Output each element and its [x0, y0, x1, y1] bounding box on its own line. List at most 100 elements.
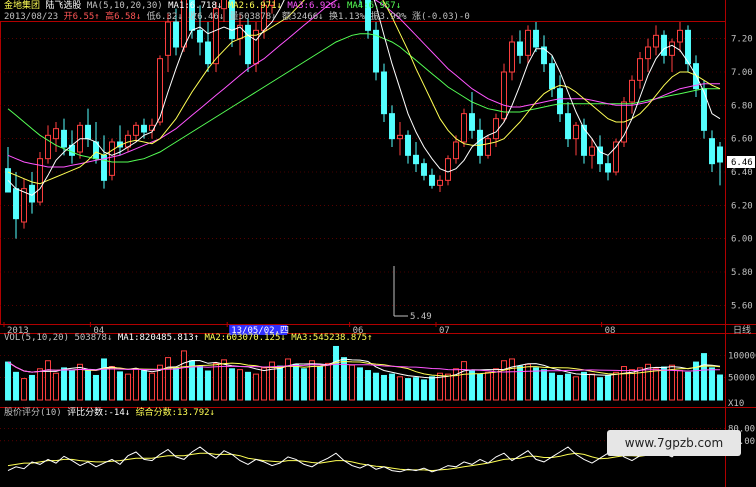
volume-bar — [421, 379, 427, 401]
current-price-label: 6.46 — [731, 158, 753, 168]
volume-bar — [45, 360, 51, 401]
candle-body — [197, 29, 203, 43]
candle-body — [21, 188, 27, 223]
candle-body — [717, 146, 723, 163]
candle-body — [709, 138, 715, 165]
volume-bar — [149, 372, 155, 401]
volume-tick-label: 100000 — [728, 351, 756, 361]
header-field: MA3:545238.875↑ — [291, 333, 373, 343]
period-label: 日线 — [733, 324, 751, 336]
volume-bar — [605, 374, 611, 401]
volume-bar — [685, 371, 691, 401]
volume-bar — [653, 368, 659, 401]
candle-body — [637, 58, 643, 81]
candle-body — [421, 163, 427, 176]
price-header-line2: 2013/08/23 开6.55↑ 高6.58↓ 低6.32↓ 收6.46↓ 量… — [4, 12, 470, 23]
volume-bar — [133, 368, 139, 401]
candle-body — [517, 41, 523, 56]
candle-body — [661, 34, 667, 56]
volume-bar — [101, 358, 107, 401]
candle-body — [413, 154, 419, 165]
candle-body — [13, 188, 19, 220]
volume-bar — [357, 367, 363, 401]
volume-bar — [165, 357, 171, 401]
header-field: 开6.55↑ — [63, 12, 106, 22]
volume-bar — [253, 373, 259, 401]
volume-bar — [389, 373, 395, 401]
volume-bar — [277, 365, 283, 401]
volume-bar — [541, 369, 547, 401]
volume-bar — [85, 369, 91, 401]
candle-body — [429, 174, 435, 186]
candle-body — [509, 41, 515, 73]
volume-bar — [61, 367, 67, 401]
volume-bar — [709, 367, 715, 401]
volume-bar — [381, 374, 387, 401]
candle-body — [669, 41, 675, 56]
candle-body — [245, 24, 251, 65]
volume-bar — [397, 376, 403, 401]
volume-bar — [493, 368, 499, 401]
volume-bar — [229, 368, 235, 401]
volume-bar — [501, 360, 507, 401]
date-tick-label: 08 — [605, 326, 616, 336]
price-tick-label: 6.20 — [731, 201, 753, 211]
volume-bar — [13, 371, 19, 401]
price-tick-label: 6.60 — [731, 135, 753, 145]
volume-bar — [533, 367, 539, 401]
volume-bar — [125, 373, 131, 401]
candle-body — [381, 71, 387, 115]
candle-body — [373, 29, 379, 73]
price-tick-label: 6.80 — [731, 101, 753, 111]
header-field: 换1.13% — [328, 12, 371, 22]
volume-header: VOL(5,10,20) 503878↓ MA1:820485.813↑ MA2… — [4, 333, 373, 344]
header-field: MA2:6.971↓ — [227, 1, 288, 11]
candle-body — [469, 113, 475, 131]
volume-bar — [525, 363, 531, 401]
volume-bar — [349, 364, 355, 401]
header-field: 收6.46↓ — [188, 12, 230, 22]
candle-body — [581, 124, 587, 156]
volume-bar — [373, 372, 379, 401]
header-field: MA(5,10,20,30) — [86, 1, 169, 11]
volume-bar — [509, 358, 515, 401]
header-field: 量503878↓ — [229, 12, 283, 22]
header-field: 2013/08/23 — [4, 12, 64, 22]
candle-body — [477, 129, 483, 156]
volume-bar — [565, 373, 571, 401]
volume-bar — [469, 370, 475, 401]
volume-bar — [69, 370, 75, 401]
volume-bar — [701, 353, 707, 401]
header-field: 额32466↓ — [282, 12, 329, 22]
volume-bar — [325, 362, 331, 401]
price-tick-label: 6.00 — [731, 235, 753, 245]
candle-body — [173, 21, 179, 48]
volume-bar — [53, 372, 59, 401]
volume-bar — [301, 368, 307, 401]
candle-body — [61, 129, 67, 148]
volume-bar — [613, 371, 619, 401]
candle-body — [573, 124, 579, 140]
candle-body — [701, 88, 707, 131]
volume-bar — [589, 373, 595, 401]
candle-body — [589, 146, 595, 156]
volume-bar — [261, 367, 267, 401]
volume-bar — [629, 369, 635, 401]
header-field: 金地集团 — [4, 1, 46, 11]
volume-bar — [573, 376, 579, 401]
header-field: 涨(-0.03)-0 — [412, 12, 470, 22]
volume-bar — [581, 371, 587, 401]
volume-bar — [477, 373, 483, 401]
volume-bar — [461, 361, 467, 401]
header-field: MA2:603070.125↓ — [204, 333, 292, 343]
volume-bar — [597, 377, 603, 401]
candle-body — [437, 179, 443, 186]
volume-bar — [365, 370, 371, 401]
candle-body — [605, 163, 611, 173]
header-field: 陆飞选股 — [45, 1, 87, 11]
watermark: www.7gpzb.com — [607, 430, 741, 456]
candle-body — [629, 79, 635, 103]
candle-body — [525, 29, 531, 56]
volume-bar — [405, 378, 411, 401]
volume-bar — [37, 368, 43, 401]
